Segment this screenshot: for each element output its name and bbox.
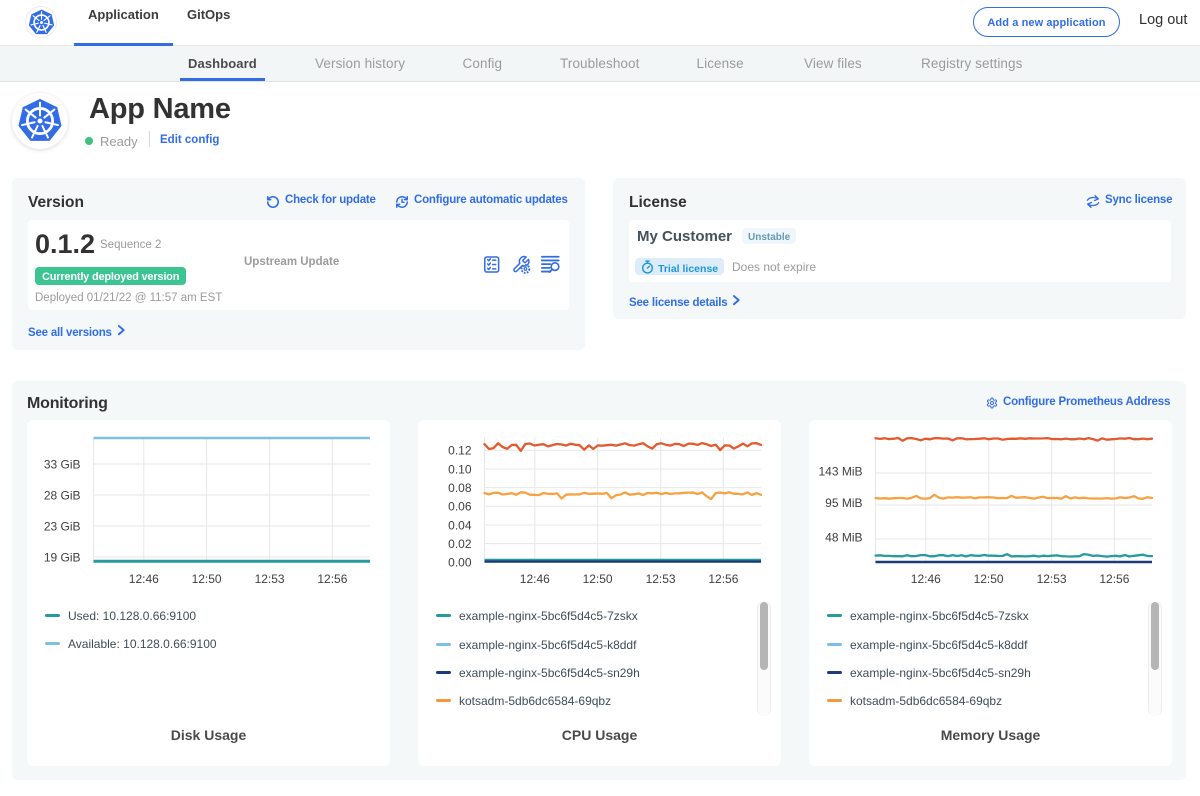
svg-text:0.12: 0.12 (448, 444, 472, 458)
svg-text:0.10: 0.10 (448, 462, 472, 476)
svg-text:12:50: 12:50 (583, 572, 613, 586)
svg-text:12:46: 12:46 (129, 572, 159, 586)
svg-text:143 MiB: 143 MiB (818, 464, 862, 478)
svg-text:23 GiB: 23 GiB (44, 519, 81, 533)
svg-text:12:50: 12:50 (974, 572, 1004, 586)
svg-text:19 GiB: 19 GiB (44, 550, 81, 564)
svg-text:33 GiB: 33 GiB (44, 457, 81, 471)
svg-text:12:53: 12:53 (1037, 572, 1067, 586)
svg-text:12:46: 12:46 (520, 572, 550, 586)
svg-text:12:56: 12:56 (708, 572, 738, 586)
svg-text:0.02: 0.02 (448, 537, 472, 551)
svg-text:0.00: 0.00 (448, 556, 472, 570)
svg-text:12:56: 12:56 (1099, 572, 1129, 586)
svg-text:12:53: 12:53 (646, 572, 676, 586)
svg-text:0.06: 0.06 (448, 500, 472, 514)
svg-text:12:56: 12:56 (317, 572, 347, 586)
svg-text:28 GiB: 28 GiB (44, 488, 81, 502)
svg-text:48 MiB: 48 MiB (825, 530, 862, 544)
svg-text:12:50: 12:50 (192, 572, 222, 586)
svg-text:0.08: 0.08 (448, 481, 472, 495)
svg-text:12:53: 12:53 (255, 572, 285, 586)
svg-text:0.04: 0.04 (448, 518, 472, 532)
svg-text:12:46: 12:46 (911, 572, 941, 586)
svg-text:95 MiB: 95 MiB (825, 496, 862, 510)
